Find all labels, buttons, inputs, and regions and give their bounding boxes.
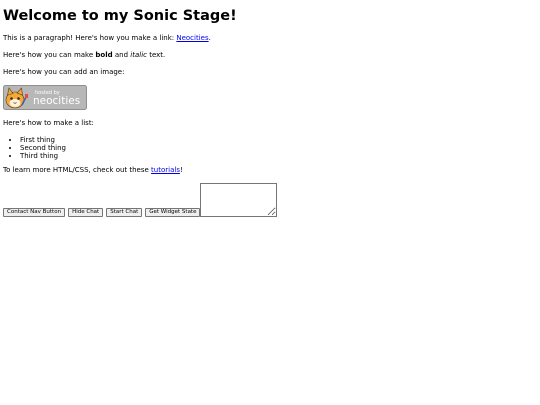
format-paragraph: Here's how you can make bold and italic … bbox=[3, 51, 537, 60]
learn-paragraph: To learn more HTML/CSS, check out these … bbox=[3, 166, 537, 175]
neocities-link[interactable]: Neocities bbox=[176, 34, 208, 42]
thing-list: First thing Second thing Third thing bbox=[3, 136, 537, 160]
link-paragraph-end: . bbox=[208, 34, 211, 42]
tutorials-link[interactable]: tutorials bbox=[151, 166, 180, 174]
list-paragraph: Here's how to make a list: bbox=[3, 119, 94, 127]
link-paragraph-text: This is a paragraph! Here's how you make… bbox=[3, 34, 177, 42]
bold-text: bold bbox=[95, 51, 113, 59]
link-paragraph: This is a paragraph! Here's how you make… bbox=[3, 34, 537, 43]
get-widget-state-button[interactable]: Get Widget State bbox=[145, 208, 201, 217]
page-title: Welcome to my Sonic Stage! bbox=[3, 8, 237, 24]
start-chat-button[interactable]: Start Chat bbox=[106, 208, 143, 217]
italic-text: italic bbox=[130, 51, 147, 59]
format-paragraph-end: text. bbox=[146, 51, 166, 59]
hide-chat-button[interactable]: Hide Chat bbox=[68, 208, 104, 217]
list-item: First thing bbox=[20, 136, 537, 144]
list-item: Third thing bbox=[20, 152, 537, 160]
contact-nav-button[interactable]: Contact Nav Button bbox=[3, 208, 66, 217]
badge-big-text: neocities bbox=[33, 95, 80, 107]
format-paragraph-middle: and bbox=[112, 51, 131, 59]
learn-paragraph-text: To learn more HTML/CSS, check out these bbox=[3, 166, 152, 174]
format-paragraph-text: Here's how you can make bbox=[3, 51, 96, 59]
image-paragraph: Here's how you can add an image: bbox=[3, 68, 125, 76]
chat-textarea[interactable] bbox=[200, 183, 278, 217]
list-item: Second thing bbox=[20, 144, 537, 152]
learn-paragraph-end: ! bbox=[179, 166, 183, 174]
chat-controls: Contact Nav Button Hide Chat Start Chat … bbox=[3, 183, 537, 217]
hosted-by-neocities-badge: hosted by neocities bbox=[3, 85, 87, 110]
